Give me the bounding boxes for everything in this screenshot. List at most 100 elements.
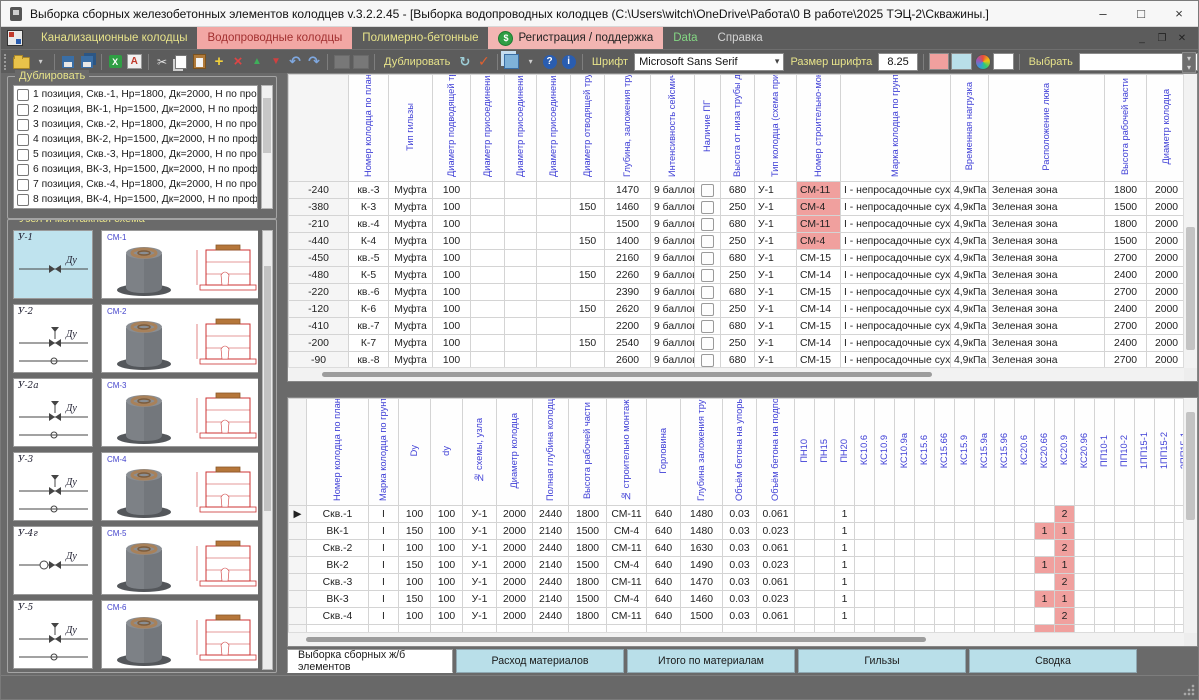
table-cell[interactable]: 1	[835, 608, 855, 625]
help-button[interactable]: ?	[541, 53, 558, 71]
table-cell[interactable]: 2700	[1105, 352, 1147, 369]
table-cell[interactable]: I	[369, 506, 399, 523]
table-cell[interactable]	[815, 591, 835, 608]
table-cell[interactable]: 1800	[569, 574, 607, 591]
duplicate-list-item[interactable]: 8 позиция, ВК-4, Нр=1500, Дк=2000, Н по …	[14, 193, 257, 207]
table-cell[interactable]	[795, 574, 815, 591]
table-cell[interactable]: 2200	[605, 318, 651, 335]
table-cell[interactable]	[895, 506, 915, 523]
table-cell[interactable]: 2	[1055, 506, 1075, 523]
table-cell[interactable]: I - непросадочные сухи...	[841, 352, 951, 369]
table-row[interactable]: -210кв.-4Муфта10015009 баллов680У-1СМ-11…	[289, 216, 1187, 233]
table-cell[interactable]: кв.-5	[349, 250, 389, 267]
table-cell[interactable]: 9 баллов	[651, 335, 695, 352]
menu-item-2[interactable]: Водопроводные колодцы	[197, 27, 352, 49]
info-button[interactable]: i	[560, 53, 577, 71]
table-cell[interactable]	[935, 506, 955, 523]
column-header[interactable]: КС20.96	[1075, 399, 1095, 506]
schema-scrollbar[interactable]	[262, 230, 273, 670]
table-cell[interactable]: 2000	[1147, 216, 1187, 233]
table-cell[interactable]: Зеленая зона	[989, 318, 1105, 335]
table-cell[interactable]: 150	[399, 523, 431, 540]
node-schema-card-У-5[interactable]: У-5 Ду	[13, 600, 93, 669]
toolbar-grip[interactable]	[4, 54, 9, 70]
checkbox-icon[interactable]	[17, 149, 29, 161]
table-cell[interactable]	[471, 216, 505, 233]
table-row[interactable]: -200К-7Муфта10015025409 баллов250У-1СМ-1…	[289, 335, 1187, 352]
column-header[interactable]: Диаметр отводящей трубы	[571, 75, 605, 182]
table-cell[interactable]	[1015, 608, 1035, 625]
table-cell[interactable]	[505, 233, 537, 250]
checkbox-icon[interactable]	[17, 134, 29, 146]
table-cell[interactable]: Муфта	[389, 233, 433, 250]
table-cell[interactable]	[955, 523, 975, 540]
table-cell[interactable]: 1	[835, 574, 855, 591]
checkbox-icon[interactable]	[17, 89, 29, 101]
checkbox-icon[interactable]	[701, 354, 714, 367]
table-cell[interactable]: 1800	[569, 540, 607, 557]
table-cell[interactable]	[471, 318, 505, 335]
table-cell[interactable]: Скв.-4	[307, 608, 369, 625]
table-cell[interactable]	[289, 523, 307, 540]
table-row[interactable]: ВК-3I150100У-1200021401500СМ-464014600.0…	[289, 591, 1195, 608]
table-cell[interactable]: -210	[289, 216, 349, 233]
layers-dropdown[interactable]: ▾	[522, 53, 539, 71]
table-cell[interactable]: 2000	[497, 574, 533, 591]
column-header[interactable]: КС20.66	[1035, 399, 1055, 506]
table-cell[interactable]	[571, 250, 605, 267]
checkbox-icon[interactable]	[701, 286, 714, 299]
checkbox-icon[interactable]	[701, 269, 714, 282]
table-cell[interactable]	[1095, 608, 1115, 625]
table-cell[interactable]	[505, 199, 537, 216]
table-cell[interactable]	[1115, 506, 1135, 523]
table-cell[interactable]	[975, 540, 995, 557]
table-cell[interactable]	[815, 523, 835, 540]
table-cell[interactable]: -120	[289, 301, 349, 318]
table-cell[interactable]: кв.-8	[349, 352, 389, 369]
table-cell[interactable]: СМ-15	[797, 318, 841, 335]
table-cell[interactable]: -410	[289, 318, 349, 335]
table-cell[interactable]: I	[369, 574, 399, 591]
table-cell[interactable]: Зеленая зона	[989, 250, 1105, 267]
table-cell[interactable]: СМ-4	[607, 557, 647, 574]
table-cell[interactable]	[505, 301, 537, 318]
table-cell[interactable]: СМ-4	[797, 199, 841, 216]
table-cell[interactable]	[571, 284, 605, 301]
table-cell[interactable]: 2400	[1105, 335, 1147, 352]
table-cell[interactable]: Муфта	[389, 182, 433, 199]
table-cell[interactable]: 9 баллов	[651, 267, 695, 284]
checkbox-icon[interactable]	[17, 119, 29, 131]
table-cell[interactable]: У-1	[463, 506, 497, 523]
table-row[interactable]: ВК-2I150100У-1200021401500СМ-464014900.0…	[289, 557, 1195, 574]
table-cell[interactable]	[815, 506, 835, 523]
table-row[interactable]: Скв.-2I100100У-1200024401800СМ-116401630…	[289, 540, 1195, 557]
table-cell[interactable]: 9 баллов	[651, 284, 695, 301]
table-cell[interactable]: 100	[431, 540, 463, 557]
table-cell[interactable]: 4,9кПа	[951, 182, 989, 199]
save-all-button[interactable]	[79, 53, 96, 71]
checkbox-icon[interactable]	[17, 194, 29, 206]
table-cell[interactable]: Скв.-3	[307, 574, 369, 591]
table-cell[interactable]	[695, 335, 721, 352]
table-cell[interactable]	[571, 352, 605, 369]
column-header[interactable]: Объём бетона на упоры, м3	[723, 399, 757, 506]
table-cell[interactable]: 1490	[681, 557, 723, 574]
table-cell[interactable]	[935, 523, 955, 540]
table-cell[interactable]: 2000	[1147, 250, 1187, 267]
table-cell[interactable]: I - непросадочные сухи...	[841, 318, 951, 335]
node-schema-card-У-3[interactable]: У-3 Ду	[13, 452, 93, 521]
table-cell[interactable]: У-1	[463, 557, 497, 574]
column-header[interactable]: № схемы, узла	[463, 399, 497, 506]
table-cell[interactable]: ВК-1	[307, 523, 369, 540]
table-cell[interactable]: 1	[1035, 557, 1055, 574]
column-header[interactable]: Номер строительно-монтажной схемы	[797, 75, 841, 182]
mount-schema-card-СМ-5[interactable]: СМ-5	[101, 526, 258, 595]
checkbox-icon[interactable]	[701, 235, 714, 248]
pink-color-swatch[interactable]	[929, 53, 950, 70]
open-file-dropdown[interactable]: ▾	[32, 53, 49, 71]
table-cell[interactable]	[695, 267, 721, 284]
table-cell[interactable]: Муфта	[389, 301, 433, 318]
table-cell[interactable]: I	[369, 591, 399, 608]
table-cell[interactable]: 100	[433, 182, 471, 199]
table-cell[interactable]: У-1	[755, 267, 797, 284]
